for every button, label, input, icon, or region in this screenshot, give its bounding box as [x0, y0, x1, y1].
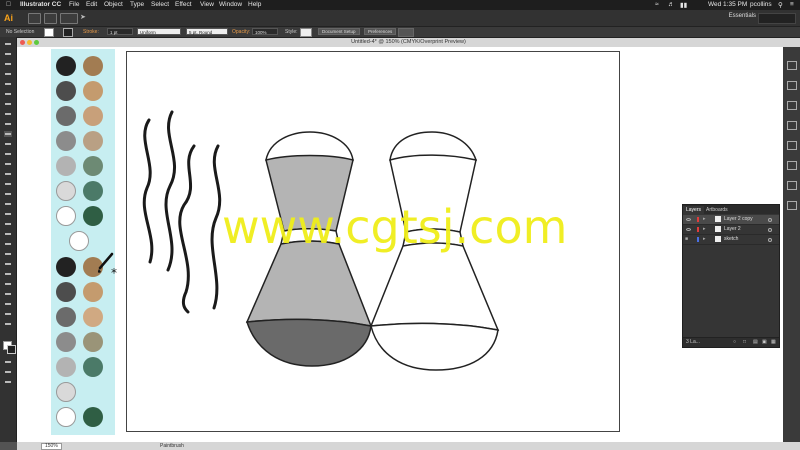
swatch-center-white[interactable]: [69, 231, 89, 251]
stroke-panel-icon[interactable]: [787, 161, 797, 170]
panel-dock: [783, 47, 800, 442]
layer-count: 3 La...: [686, 339, 700, 345]
layers-panel: Layers Artboards ▸ Layer 2 copy ▸ Layer …: [682, 204, 780, 348]
swatch-left-12[interactable]: [56, 357, 76, 377]
lock-icon[interactable]: ■: [685, 235, 688, 244]
transparency-panel-icon[interactable]: [787, 181, 797, 190]
swatch-right-13[interactable]: [83, 407, 103, 427]
swatch-right-7[interactable]: [83, 206, 103, 226]
expand-triangle-icon[interactable]: ▸: [703, 225, 706, 234]
swatch-left-14[interactable]: [56, 407, 76, 427]
current-tool-status: Paintbrush: [160, 443, 184, 449]
layer-name: sketch: [724, 236, 739, 242]
swatch-right-4[interactable]: [83, 131, 103, 151]
brushes-panel-icon[interactable]: [787, 121, 797, 130]
layer-row[interactable]: ▸ Layer 2: [683, 225, 779, 235]
zoom-level-field[interactable]: 150%: [41, 443, 62, 450]
watermark-text: www.cgtsj.com: [222, 200, 568, 254]
layer-target-icon[interactable]: [768, 218, 772, 222]
swatch-right-12[interactable]: [83, 357, 103, 377]
shaker-outline-body: [369, 242, 500, 331]
visibility-eye-icon[interactable]: [686, 218, 691, 221]
tab-artboards[interactable]: Artboards: [703, 206, 731, 214]
swatch-right-1[interactable]: [83, 56, 103, 76]
swatch-right-2[interactable]: [83, 81, 103, 101]
swatch-right-6[interactable]: [83, 181, 103, 201]
appearance-panel-icon[interactable]: [787, 201, 797, 210]
brush-stroke-4: [210, 144, 222, 310]
paintbrush-cursor-icon: *: [97, 252, 117, 278]
swatch-left-4[interactable]: [56, 131, 76, 151]
layer-color-bar: [697, 227, 699, 232]
swatch-right-9[interactable]: [83, 282, 103, 302]
tab-layers[interactable]: Layers: [683, 206, 705, 214]
layers-panel-footer: 3 La... ○ □ ▤ ▣ ▦: [683, 337, 779, 347]
swatch-right-3[interactable]: [83, 106, 103, 126]
swatch-left-10[interactable]: [56, 307, 76, 327]
layer-target-icon[interactable]: [768, 228, 772, 232]
layer-name: Layer 2 copy: [724, 216, 753, 222]
swatch-left-7[interactable]: [56, 206, 76, 226]
new-sublayer-icon[interactable]: ▤: [753, 339, 758, 345]
status-bar: 150% Paintbrush: [17, 442, 800, 450]
layer-color-bar: [697, 217, 699, 222]
brush-stroke-1: [142, 118, 154, 264]
layers-panel-tabs: Layers Artboards: [683, 205, 779, 214]
clipping-mask-icon[interactable]: □: [743, 339, 746, 345]
brush-stroke-2: [164, 110, 176, 272]
delete-layer-icon[interactable]: ▦: [771, 339, 776, 345]
color-panel-icon[interactable]: [787, 81, 797, 90]
swatch-left-6[interactable]: [56, 181, 76, 201]
swatch-right-10[interactable]: [83, 307, 103, 327]
swatch-left-5[interactable]: [56, 156, 76, 176]
layer-name: Layer 2: [724, 226, 741, 232]
expand-triangle-icon[interactable]: ▸: [703, 215, 706, 224]
swatch-left-9[interactable]: [56, 282, 76, 302]
properties-panel-icon[interactable]: [787, 61, 797, 70]
svg-text:*: *: [111, 266, 117, 278]
swatch-right-5[interactable]: [83, 156, 103, 176]
layer-thumbnail: [715, 236, 721, 242]
layer-color-bar: [697, 237, 699, 242]
locate-object-icon[interactable]: ○: [733, 339, 736, 345]
shaker-outline-base: [370, 322, 499, 371]
swatch-left-13[interactable]: [56, 382, 76, 402]
swatch-left-8[interactable]: [56, 257, 76, 277]
shaker-colored-base: [246, 318, 372, 367]
swatch-left-3[interactable]: [56, 106, 76, 126]
swatch-left-11[interactable]: [56, 332, 76, 352]
brush-stroke-3: [178, 144, 196, 314]
expand-triangle-icon[interactable]: ▸: [703, 235, 706, 244]
custom-swatch-panel: [51, 49, 115, 435]
symbols-panel-icon[interactable]: [787, 141, 797, 150]
layer-target-icon[interactable]: [768, 238, 772, 242]
layer-thumbnail: [715, 216, 721, 222]
swatch-right-11[interactable]: [83, 332, 103, 352]
layer-row[interactable]: ■ ▸ sketch: [683, 235, 779, 245]
visibility-eye-icon[interactable]: [686, 228, 691, 231]
swatch-left-1[interactable]: [56, 56, 76, 76]
layer-row[interactable]: ▸ Layer 2 copy: [683, 215, 779, 225]
layer-thumbnail: [715, 226, 721, 232]
swatch-left-2[interactable]: [56, 81, 76, 101]
new-layer-icon[interactable]: ▣: [762, 339, 767, 345]
swatches-panel-icon[interactable]: [787, 101, 797, 110]
